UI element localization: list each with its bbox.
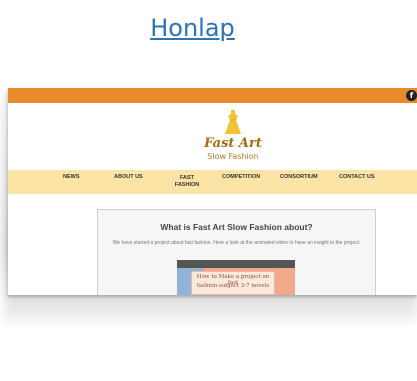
facebook-icon[interactable]: f: [406, 90, 417, 101]
slide: Honlap f Fast Art Slow Fashion NEWS ABOU…: [0, 0, 417, 381]
video-thumbnail[interactable]: How to Make a project on fast fashion su…: [177, 260, 295, 295]
nav-competition[interactable]: COMPETITION: [222, 174, 260, 181]
dress-icon: [225, 110, 241, 134]
video-text-panel: How to Make a project on fast fashion su…: [191, 271, 275, 295]
about-card: What is Fast Art Slow Fashion about? We …: [97, 209, 376, 295]
nav-news[interactable]: NEWS: [63, 174, 80, 181]
video-text-line2: fashion subject 3-7 novels: [196, 283, 270, 289]
nav-about-us[interactable]: ABOUT US: [114, 174, 143, 181]
website-screenshot: f Fast Art Slow Fashion NEWS ABOUT US FA…: [8, 88, 417, 295]
nav-fast-fashion-line2: FASHION: [174, 182, 200, 188]
main-nav: NEWS ABOUT US FAST FASHION COMPETITION C…: [8, 170, 417, 194]
nav-contact-us[interactable]: CONTACT US: [339, 174, 375, 181]
site-logo[interactable]: Fast Art Slow Fashion: [193, 110, 273, 162]
honlap-link[interactable]: Honlap: [0, 14, 385, 42]
nav-fast-fashion-line1: FAST: [179, 175, 195, 181]
logo-subtitle: Slow Fashion: [207, 152, 259, 161]
video-title-bar: [177, 260, 295, 268]
logo-title: Fast Art: [204, 136, 262, 151]
card-title: What is Fast Art Slow Fashion about?: [160, 222, 313, 232]
nav-fast-fashion[interactable]: FAST FASHION: [172, 175, 202, 189]
nav-consortium[interactable]: CONSORTIUM: [280, 174, 318, 181]
top-bar: f: [8, 88, 417, 103]
card-text: We have started a project about fast fas…: [112, 240, 361, 246]
